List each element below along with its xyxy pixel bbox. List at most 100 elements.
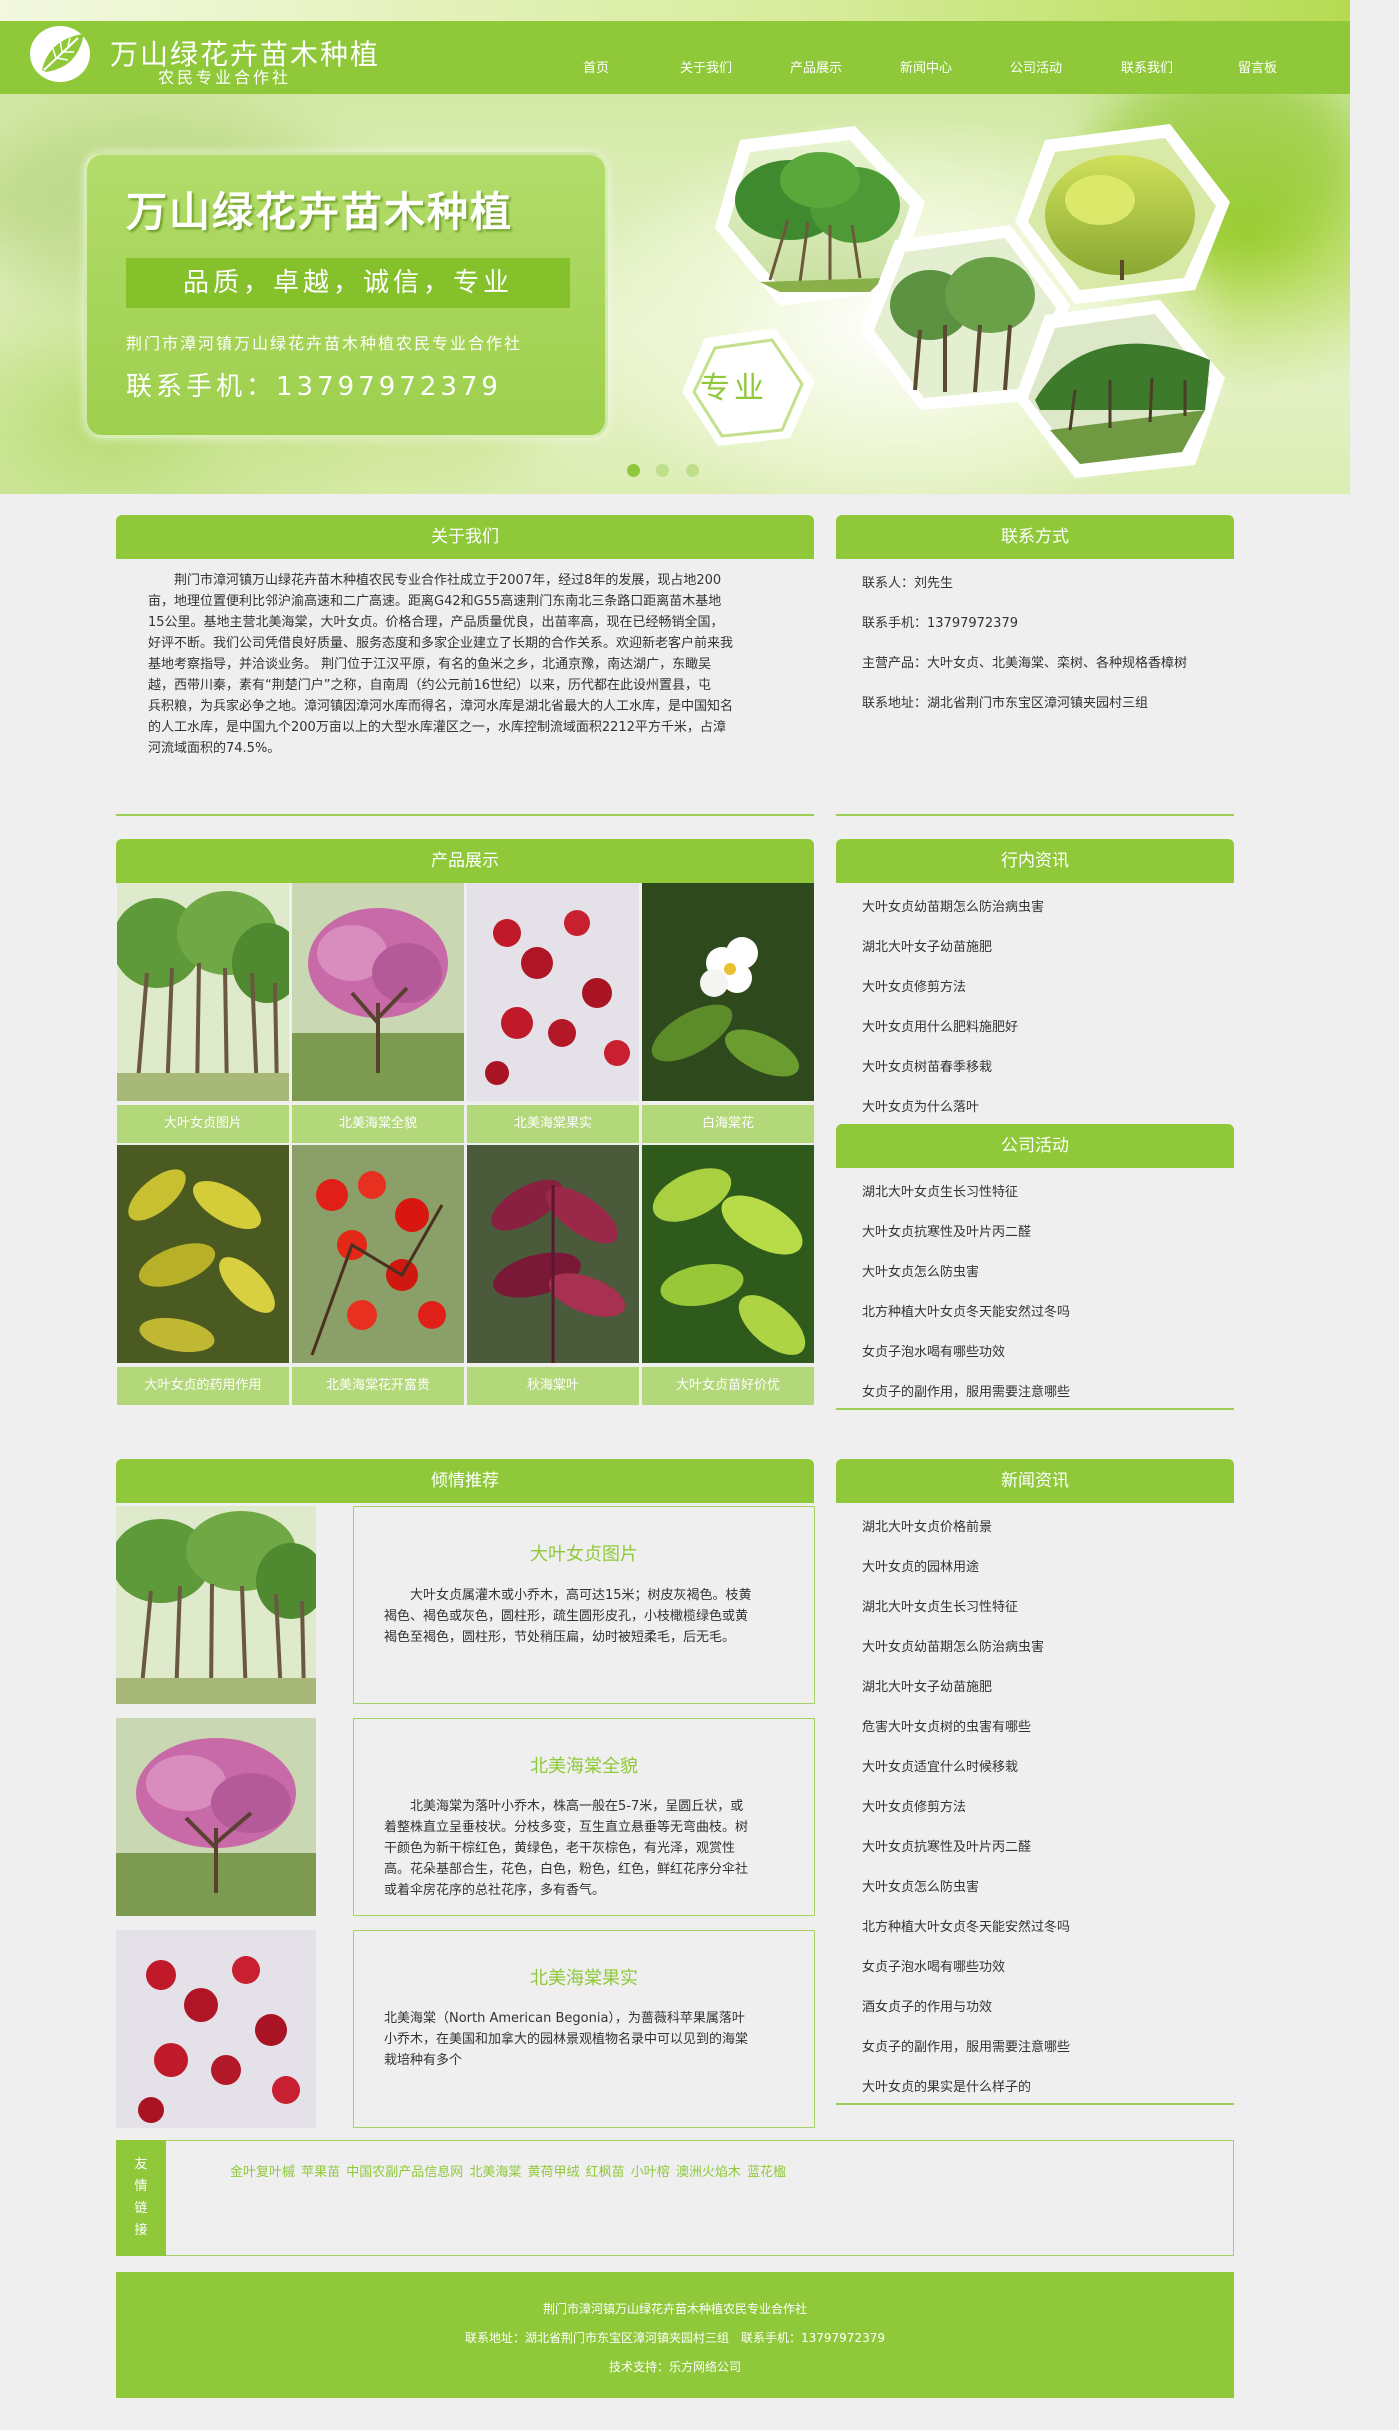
news-link[interactable]: 酒女贞子的作用与功效	[862, 1996, 992, 2015]
red-berries-photo-icon[interactable]	[467, 883, 639, 1101]
about-heading[interactable]: 关于我们	[116, 515, 814, 559]
pink-blossom-tree-photo-icon[interactable]	[292, 883, 464, 1101]
news-link[interactable]: 大叶女贞幼苗期怎么防治病虫害	[862, 1636, 1044, 1655]
activity-link[interactable]: 女贞子泡水喝有哪些功效	[862, 1341, 1005, 1360]
product-card[interactable]: 秋海棠叶	[467, 1145, 639, 1405]
about-line: 越，西带川秦，素有“荆楚门户”之称，自南周（约公元前16世纪）以来，历代都在此设…	[148, 678, 712, 693]
about-line: 15公里。基地主营北美海棠，大叶女贞。价格合理，产品质量优良，出苗率高，现在已经…	[148, 615, 724, 630]
tree-grove-photo-icon[interactable]	[112, 883, 302, 1101]
product-card[interactable]: 北美海棠花开富贵	[292, 1145, 464, 1405]
friend-links-list[interactable]: 金叶复叶槭 苹果苗 中国农副产品信息网 北美海棠 黄荷甲绒 红枫苗 小叶榕 澳洲…	[230, 2161, 786, 2180]
slide-dot-2[interactable]	[656, 464, 669, 477]
recommend-desc-line: 褐色至褐色，圆柱形，节处稍压扁，幼时被短柔毛，后无毛。	[384, 1630, 736, 1645]
divider	[836, 2103, 1234, 2105]
news-link[interactable]: 大叶女贞适宜什么时候移栽	[862, 1756, 1018, 1775]
product-caption[interactable]: 大叶女贞的药用作用	[117, 1367, 289, 1405]
banner-phone: 联系手机：13797972379	[126, 372, 502, 402]
product-caption[interactable]: 北美海棠花开富贵	[292, 1367, 464, 1405]
industry-news-heading[interactable]: 行内资讯	[836, 839, 1234, 883]
news-link[interactable]: 大叶女贞怎么防虫害	[862, 1876, 979, 1895]
recommend-desc-line: 北美海棠（North American Begonia），为蔷薇科苹果属落叶	[384, 2011, 745, 2026]
recommend-title[interactable]: 大叶女贞图片	[353, 1540, 815, 1566]
product-card[interactable]: 大叶女贞图片	[112, 883, 302, 1143]
banner-company: 荆门市漳河镇万山绿花卉苗木种植农民专业合作社	[126, 334, 523, 353]
about-line: 基地考察指导，并洽谈业务。 荆门位于江汉平原，有名的鱼米之乡，北通京豫，南达湖广…	[148, 657, 712, 672]
news-link[interactable]: 湖北大叶女子幼苗施肥	[862, 1676, 992, 1695]
product-card[interactable]: 北美海棠全貌	[292, 883, 464, 1143]
industry-news-link[interactable]: 大叶女贞树苗春季移栽	[862, 1056, 992, 1075]
industry-news-link[interactable]: 大叶女贞幼苗期怎么防治病虫害	[862, 896, 1044, 915]
activity-link[interactable]: 大叶女贞怎么防虫害	[862, 1261, 979, 1280]
friend-links-label-char: 友	[134, 2157, 148, 2172]
friend-links-box	[116, 2140, 1234, 2256]
product-caption[interactable]: 大叶女贞苗好价优	[642, 1367, 814, 1405]
footer-company: 荆门市漳河镇万山绿花卉苗木种植农民专业合作社	[542, 2302, 807, 2316]
news-link[interactable]: 北方种植大叶女贞冬天能安然过冬吗	[862, 1916, 1070, 1935]
slide-dot-1[interactable]	[627, 464, 640, 477]
friend-links-label: 友 情 链 接	[116, 2140, 166, 2256]
about-line: 的人工水库，是中国九个200万亩以上的大型水库灌区之一，水库控制流域面积2212…	[148, 720, 726, 735]
news-link[interactable]: 女贞子泡水喝有哪些功效	[862, 1956, 1005, 1975]
industry-news-link[interactable]: 大叶女贞为什么落叶	[862, 1096, 979, 1115]
white-flower-photo-icon[interactable]	[642, 883, 814, 1101]
nav-products[interactable]: 产品展示	[790, 57, 842, 76]
activity-link[interactable]: 湖北大叶女贞生长习性特征	[862, 1181, 1018, 1200]
news-link[interactable]: 大叶女贞抗寒性及叶片丙二醛	[862, 1836, 1031, 1855]
nav-home[interactable]: 首页	[583, 57, 609, 76]
nav-contact[interactable]: 联系我们	[1121, 57, 1173, 76]
leaf-logo-icon[interactable]	[28, 22, 96, 84]
purple-leaves-photo-icon[interactable]	[467, 1145, 639, 1363]
news-link[interactable]: 湖北大叶女贞生长习性特征	[862, 1596, 1018, 1615]
activity-link[interactable]: 女贞子的副作用，服用需要注意哪些	[862, 1381, 1070, 1400]
product-card[interactable]: 白海棠花	[642, 883, 814, 1143]
news-link[interactable]: 湖北大叶女贞价格前景	[862, 1516, 992, 1535]
recommend-title[interactable]: 北美海棠果实	[353, 1964, 815, 1990]
slide-dot-3[interactable]	[686, 464, 699, 477]
news-link[interactable]: 女贞子的副作用，服用需要注意哪些	[862, 2036, 1070, 2055]
banner-slogan: 品质，卓越，诚信，专业	[182, 268, 513, 298]
product-caption[interactable]: 白海棠花	[642, 1105, 814, 1143]
nav-about[interactable]: 关于我们	[680, 57, 732, 76]
about-body: 荆门市漳河镇万山绿花卉苗木种植农民专业合作社成立于2007年，经过8年的发展，现…	[148, 570, 788, 759]
industry-news-link[interactable]: 湖北大叶女子幼苗施肥	[862, 936, 992, 955]
hex-label-text: 专业	[700, 371, 768, 406]
red-flowers-photo-icon[interactable]	[292, 1145, 464, 1363]
divider	[116, 814, 814, 816]
footer-support[interactable]: 技术支持：乐方网络公司	[116, 2358, 1234, 2375]
industry-news-link[interactable]: 大叶女贞修剪方法	[862, 976, 966, 995]
recommend-desc-line: 或着伞房花序的总社花序，多有香气。	[384, 1883, 606, 1898]
contact-phone: 联系手机：13797972379	[862, 616, 1018, 631]
green-leaves-photo-icon[interactable]	[642, 1145, 814, 1363]
product-caption[interactable]: 北美海棠全貌	[292, 1105, 464, 1143]
product-card[interactable]: 大叶女贞苗好价优	[642, 1145, 814, 1405]
product-caption[interactable]: 北美海棠果实	[467, 1105, 639, 1143]
product-caption[interactable]: 大叶女贞图片	[117, 1105, 289, 1143]
red-berries-photo-icon[interactable]	[116, 1930, 316, 2128]
yellow-leaves-photo-icon[interactable]	[117, 1145, 289, 1363]
news-link[interactable]: 大叶女贞的园林用途	[862, 1556, 979, 1575]
site-subtitle: 农民专业合作社	[158, 68, 292, 87]
tree-grove-photo-icon[interactable]	[116, 1506, 316, 1704]
product-caption[interactable]: 秋海棠叶	[467, 1367, 639, 1405]
contact-heading[interactable]: 联系方式	[836, 515, 1234, 559]
recommend-desc-line: 大叶女贞属灌木或小乔木，高可达15米；树皮灰褐色。枝黄	[384, 1588, 752, 1603]
product-card[interactable]: 大叶女贞的药用作用	[117, 1145, 289, 1405]
industry-news-link[interactable]: 大叶女贞用什么肥料施肥好	[862, 1016, 1018, 1035]
activity-link[interactable]: 北方种植大叶女贞冬天能安然过冬吗	[862, 1301, 1070, 1320]
products-heading[interactable]: 产品展示	[116, 839, 814, 883]
nav-guestbook[interactable]: 留言板	[1238, 57, 1277, 76]
recommend-heading[interactable]: 倾情推荐	[116, 1459, 814, 1503]
nav-news[interactable]: 新闻中心	[900, 57, 952, 76]
activity-link[interactable]: 大叶女贞抗寒性及叶片丙二醛	[862, 1221, 1031, 1240]
pink-blossom-tree-photo-icon[interactable]	[116, 1718, 316, 1916]
recommend-title[interactable]: 北美海棠全貌	[353, 1752, 815, 1778]
news-heading[interactable]: 新闻资讯	[836, 1459, 1234, 1503]
recommend-desc: 北美海棠（North American Begonia），为蔷薇科苹果属落叶 小…	[384, 2008, 794, 2071]
activities-heading[interactable]: 公司活动	[836, 1124, 1234, 1168]
product-card[interactable]: 北美海棠果实	[467, 883, 639, 1143]
news-link[interactable]: 大叶女贞的果实是什么样子的	[862, 2076, 1031, 2095]
recommend-desc: 北美海棠为落叶小乔木，株高一般在5-7米，呈圆丘状，或 着整株直立呈垂枝状。分枝…	[384, 1796, 794, 1901]
news-link[interactable]: 危害大叶女贞树的虫害有哪些	[862, 1716, 1031, 1735]
nav-activities[interactable]: 公司活动	[1010, 57, 1062, 76]
news-link[interactable]: 大叶女贞修剪方法	[862, 1796, 966, 1815]
